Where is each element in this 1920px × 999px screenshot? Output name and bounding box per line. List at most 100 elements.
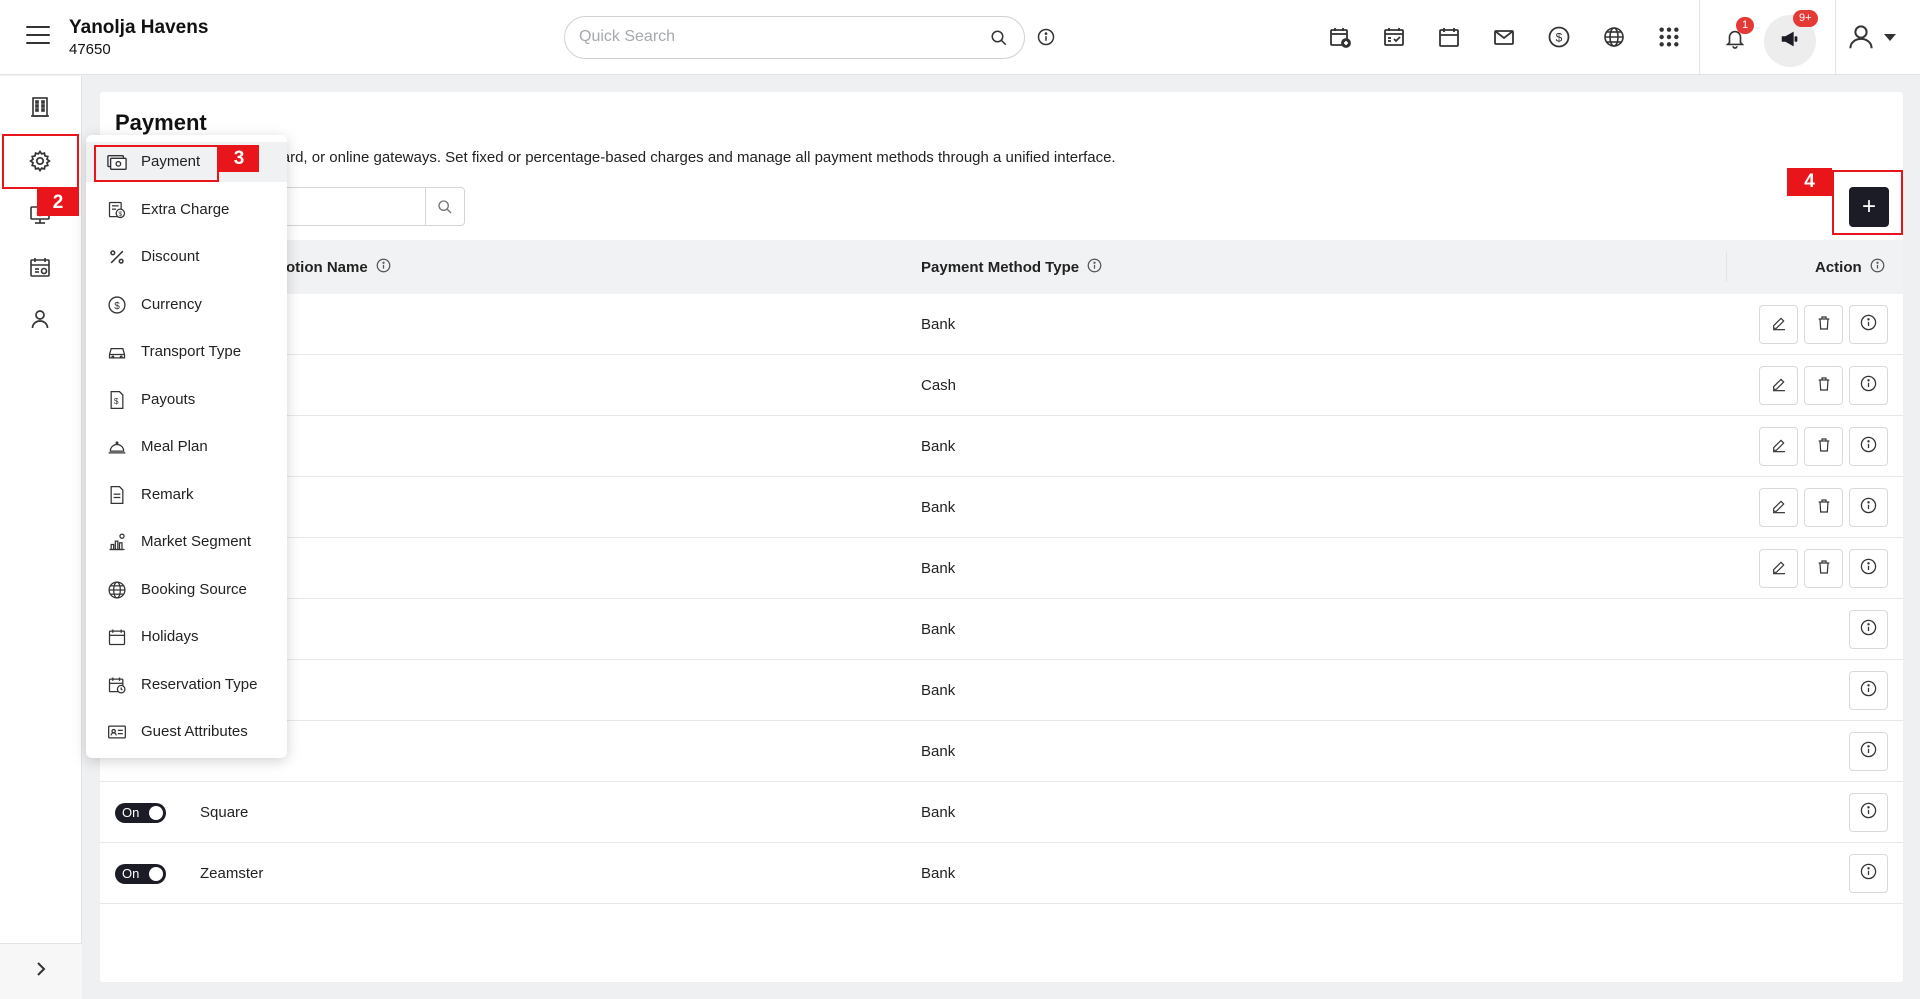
table-header: otion Name Payment Method Type Action: [100, 240, 1903, 294]
info-button[interactable]: [1849, 854, 1888, 893]
chevron-down-icon[interactable]: [1882, 25, 1898, 51]
info-button[interactable]: [1849, 366, 1888, 405]
info-icon: [1860, 375, 1877, 396]
menu-item-discount[interactable]: Discount: [86, 237, 287, 277]
delete-button[interactable]: [1804, 488, 1843, 527]
column-option-name-label: otion Name: [286, 259, 368, 276]
table-row: Bank: [100, 477, 1903, 538]
annotation-step-4: 4: [1787, 168, 1832, 196]
menu-item-meal-plan[interactable]: Meal Plan: [86, 427, 287, 467]
info-button[interactable]: [1849, 793, 1888, 832]
annotation-box-payment: [94, 145, 219, 182]
column-method-type: Payment Method Type: [921, 258, 1102, 277]
menu-item-holidays[interactable]: Holidays: [86, 617, 287, 657]
percent-icon: [106, 246, 128, 268]
property-name: Yanolja Havens: [69, 17, 209, 38]
payment-method-type: Bank: [921, 438, 956, 455]
payment-method-type: Cash: [921, 377, 957, 394]
header-divider: [1835, 0, 1836, 75]
user-avatar-icon[interactable]: [1846, 22, 1876, 52]
info-icon: [1860, 558, 1877, 579]
info-icon[interactable]: [1870, 258, 1885, 277]
menu-toggle-icon[interactable]: [26, 26, 50, 46]
expand-sidebar-button[interactable]: [0, 943, 82, 999]
annotation-box-add: [1832, 170, 1903, 235]
info-button[interactable]: [1849, 671, 1888, 710]
pencil-icon: [1771, 437, 1787, 457]
info-button[interactable]: [1849, 305, 1888, 344]
status-toggle[interactable]: On: [115, 803, 166, 823]
trash-icon: [1816, 437, 1832, 457]
menu-item-guest-attributes[interactable]: Guest Attributes: [86, 712, 287, 752]
header-divider: [1699, 0, 1700, 75]
table-row: Bank: [100, 538, 1903, 599]
info-icon: [1860, 619, 1877, 640]
menu-item-reservation-type[interactable]: Reservation Type: [86, 665, 287, 705]
dollar-circle-icon[interactable]: $: [1546, 24, 1572, 50]
info-button[interactable]: [1849, 549, 1888, 588]
delete-button[interactable]: [1804, 305, 1843, 344]
menu-item-currency[interactable]: $ Currency: [86, 285, 287, 325]
table-row: SBank: [100, 721, 1903, 782]
menu-item-market-segment[interactable]: Market Segment: [86, 522, 287, 562]
payment-method-type: Bank: [921, 804, 956, 821]
quick-search-input[interactable]: [579, 28, 969, 46]
menu-item-booking-source[interactable]: Booking Source: [86, 570, 287, 610]
payment-method-type: Bank: [921, 316, 956, 333]
info-button[interactable]: [1849, 488, 1888, 527]
edit-button[interactable]: [1759, 549, 1798, 588]
search-icon[interactable]: [990, 29, 1008, 52]
settings-dropdown-menu: Payment $ Extra Charge Discount $ Currency Tra…: [86, 135, 287, 758]
info-icon: [1860, 497, 1877, 518]
edit-button[interactable]: [1759, 305, 1798, 344]
pencil-icon: [1771, 559, 1787, 579]
column-divider: [1726, 252, 1727, 282]
calendar-list-icon[interactable]: [27, 254, 53, 280]
building-icon[interactable]: [27, 94, 53, 120]
payment-option-name: Zeamster: [200, 865, 264, 882]
info-icon[interactable]: [376, 258, 391, 277]
column-method-type-label: Payment Method Type: [921, 259, 1080, 276]
info-icon[interactable]: [1037, 28, 1055, 51]
user-icon[interactable]: [27, 306, 53, 332]
info-button[interactable]: [1849, 732, 1888, 771]
menu-item-label: Discount: [141, 248, 200, 265]
info-button[interactable]: [1849, 427, 1888, 466]
menu-item-remark[interactable]: Remark: [86, 475, 287, 515]
calendar-icon[interactable]: [1436, 24, 1462, 50]
edit-button[interactable]: [1759, 427, 1798, 466]
info-icon[interactable]: [1087, 258, 1102, 277]
edit-button[interactable]: [1759, 366, 1798, 405]
car-icon: [106, 341, 128, 363]
menu-item-label: Market Segment: [141, 533, 252, 550]
info-icon: [1860, 802, 1877, 823]
annotation-box-settings: [2, 134, 79, 189]
status-toggle[interactable]: On: [115, 864, 166, 884]
search-button[interactable]: [425, 188, 464, 225]
notification-badge: 1: [1736, 17, 1755, 34]
calendar-check-icon[interactable]: [1381, 24, 1407, 50]
menu-item-transport-type[interactable]: Transport Type: [86, 332, 287, 372]
payment-method-type: Bank: [921, 743, 956, 760]
delete-button[interactable]: [1804, 549, 1843, 588]
mail-icon[interactable]: [1491, 24, 1517, 50]
menu-item-label: Booking Source: [141, 581, 247, 598]
delete-button[interactable]: [1804, 366, 1843, 405]
globe-icon[interactable]: [1601, 24, 1627, 50]
menu-item-label: Payouts: [141, 391, 196, 408]
delete-button[interactable]: [1804, 427, 1843, 466]
edit-button[interactable]: [1759, 488, 1798, 527]
menu-item-payouts[interactable]: $ Payouts: [86, 380, 287, 420]
extra-charge-icon: $: [106, 199, 128, 221]
globe-icon: [106, 579, 128, 601]
top-header: Yanolja Havens 47650 $ 1 9+: [0, 0, 1920, 75]
pencil-icon: [1771, 376, 1787, 396]
table-row: On Square Bank: [100, 782, 1903, 843]
payment-method-type: Bank: [921, 682, 956, 699]
menu-item-extra-charge[interactable]: $ Extra Charge: [86, 190, 287, 230]
trash-icon: [1816, 315, 1832, 335]
info-button[interactable]: [1849, 610, 1888, 649]
calendar-clock-icon: [106, 674, 128, 696]
calendar-add-icon[interactable]: [1327, 24, 1353, 50]
apps-grid-icon[interactable]: [1656, 24, 1682, 50]
